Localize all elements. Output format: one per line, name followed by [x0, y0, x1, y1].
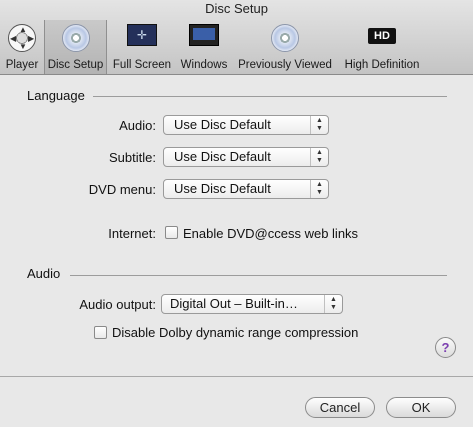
- subtitle-label: Subtitle:: [109, 150, 156, 165]
- toolbar-label: Windows: [180, 59, 228, 71]
- audio-output-label: Audio output:: [79, 297, 156, 312]
- audio-language-value: Use Disc Default: [174, 117, 271, 132]
- hd-icon-text: HD: [368, 28, 396, 44]
- toolbar-item-windows[interactable]: Windows: [177, 20, 231, 74]
- toolbar-item-high-definition[interactable]: HD High Definition: [339, 20, 425, 74]
- ok-button[interactable]: OK: [386, 397, 456, 418]
- toolbar-label: Previously Viewed: [238, 59, 332, 71]
- popup-arrows-icon: ▲ ▼: [310, 148, 328, 166]
- windows-icon: [188, 24, 220, 54]
- subtitle-value: Use Disc Default: [174, 149, 271, 164]
- audio-output-value: Digital Out – Built-in…: [170, 296, 298, 311]
- toolbar-label: Full Screen: [112, 59, 172, 71]
- dvd-access-label[interactable]: Enable DVD@ccess web links: [183, 226, 358, 241]
- hd-icon: HD: [366, 28, 398, 58]
- dolby-checkbox[interactable]: [94, 326, 107, 339]
- player-icon: ▲ ▼ ◀ ▶: [8, 24, 36, 52]
- bottom-divider: [0, 376, 473, 377]
- popup-arrows-icon: ▲ ▼: [310, 116, 328, 134]
- audio-output-popup[interactable]: Digital Out – Built-in… ▲ ▼: [161, 294, 343, 314]
- dolby-label[interactable]: Disable Dolby dynamic range compression: [112, 325, 358, 340]
- toolbar-label: Player: [5, 59, 39, 71]
- toolbar-item-full-screen[interactable]: ✛ Full Screen: [110, 20, 174, 74]
- toolbar-label: High Definition: [344, 59, 420, 71]
- toolbar-item-previously-viewed[interactable]: Previously Viewed: [235, 20, 335, 74]
- cancel-button[interactable]: Cancel: [305, 397, 375, 418]
- popup-arrows-icon: ▲ ▼: [310, 180, 328, 198]
- disc-icon: [60, 24, 92, 54]
- dvd-access-checkbox[interactable]: [165, 226, 178, 239]
- disc-icon: [269, 24, 301, 54]
- toolbar-item-player[interactable]: ▲ ▼ ◀ ▶ Player: [2, 20, 42, 74]
- dvd-menu-popup[interactable]: Use Disc Default ▲ ▼: [163, 179, 329, 199]
- toolbar: Disc Setup ▲ ▼ ◀ ▶ Player Disc Setup ✛ F…: [0, 0, 473, 75]
- popup-arrows-icon: ▲ ▼: [324, 295, 342, 313]
- language-section-label: Language: [27, 88, 85, 103]
- language-divider: [93, 96, 447, 97]
- help-button[interactable]: ?: [435, 337, 456, 358]
- full-screen-icon: ✛: [126, 24, 158, 54]
- audio-divider: [70, 275, 447, 276]
- toolbar-label: Disc Setup: [47, 59, 104, 71]
- window-title: Disc Setup: [205, 1, 268, 16]
- subtitle-popup[interactable]: Use Disc Default ▲ ▼: [163, 147, 329, 167]
- internet-label: Internet:: [108, 226, 156, 241]
- audio-label: Audio:: [119, 118, 156, 133]
- toolbar-item-disc-setup[interactable]: Disc Setup: [44, 20, 107, 74]
- audio-language-popup[interactable]: Use Disc Default ▲ ▼: [163, 115, 329, 135]
- dvd-menu-value: Use Disc Default: [174, 181, 271, 196]
- preferences-window: Disc Setup ▲ ▼ ◀ ▶ Player Disc Setup ✛ F…: [0, 0, 473, 427]
- dvd-menu-label: DVD menu:: [88, 182, 156, 197]
- audio-section-label: Audio: [27, 266, 61, 281]
